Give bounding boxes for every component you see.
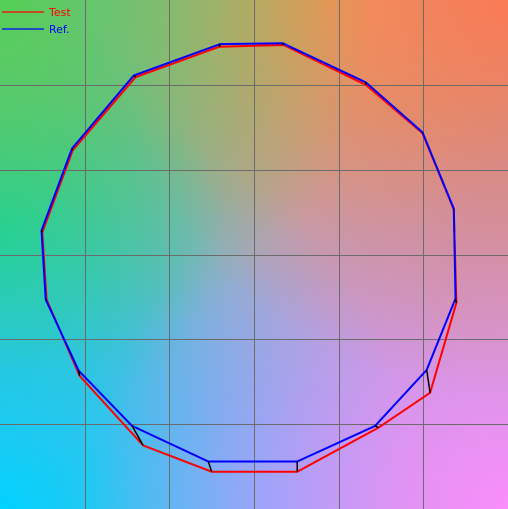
vertex-tick: [374, 425, 379, 429]
vertex-tick: [282, 42, 285, 46]
vertex-tick: [77, 370, 81, 376]
vertex-tick: [218, 43, 221, 47]
vertex-tick: [40, 230, 43, 233]
chart-area: Test Ref.: [0, 0, 508, 509]
series-layer: [40, 42, 458, 473]
grid: [0, 0, 508, 509]
legend-label-ref: Ref.: [49, 23, 70, 36]
series-line-ref: [40, 42, 457, 463]
chart-svg: Test Ref.: [0, 0, 508, 509]
vertex-tick: [71, 148, 74, 151]
vertex-tick: [425, 369, 431, 393]
vertex-tick: [454, 298, 458, 304]
legend: Test Ref.: [2, 6, 71, 36]
legend-label-test: Test: [48, 6, 71, 19]
